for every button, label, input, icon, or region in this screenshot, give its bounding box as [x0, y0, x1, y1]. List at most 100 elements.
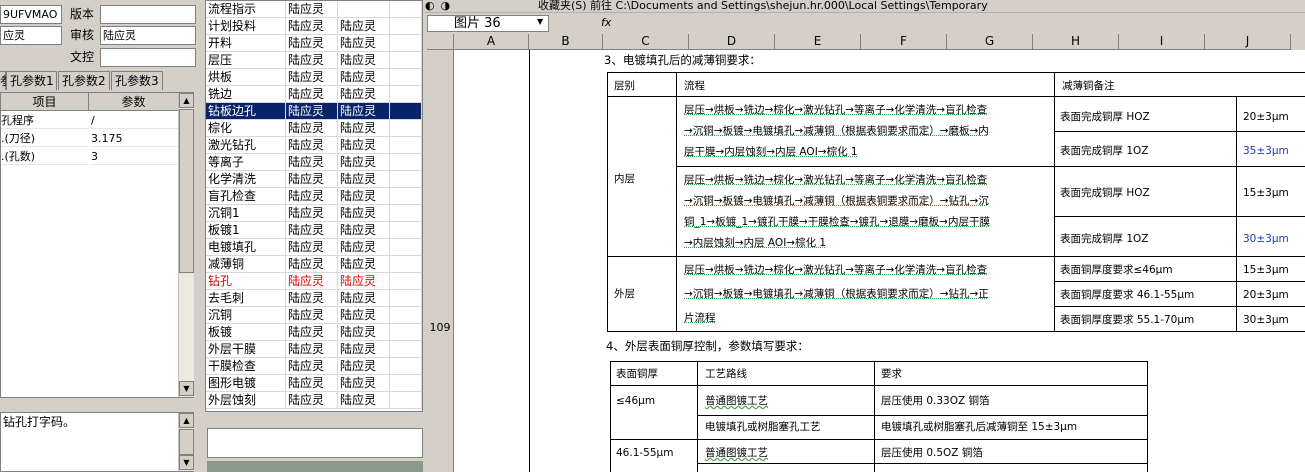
process-extra-cell: [390, 256, 422, 273]
toolbar-text[interactable]: 收藏夹(S) 前往 C:\Documents and Settings\shej…: [458, 0, 988, 12]
scroll-up-icon[interactable]: ▲: [179, 413, 194, 428]
process-row[interactable]: 沉铜1 陆应灵 陆应灵: [206, 205, 422, 222]
reviewer-field[interactable]: 陆应灵: [100, 26, 196, 45]
process-extra-cell: [390, 18, 422, 35]
tab-hole-params-1[interactable]: 孔参数1: [6, 71, 57, 90]
column-border: [529, 50, 530, 472]
grid-header-value[interactable]: 参数: [89, 93, 178, 111]
column-header[interactable]: B: [529, 34, 603, 50]
select-all-corner[interactable]: [427, 34, 454, 50]
table4-requirement: 电镀填孔或树脂塞孔后减薄铜至 15±3μm: [881, 421, 1078, 433]
remark-value: 30±3μm: [1243, 233, 1289, 245]
process-row[interactable]: 去毛刺 陆应灵 陆应灵: [206, 290, 422, 307]
grid-cell-item[interactable]: .(孔数): [1, 148, 89, 165]
grid-header-item[interactable]: 项目: [1, 93, 89, 111]
column-header[interactable]: J: [1205, 34, 1291, 50]
process-row[interactable]: 沉铜 陆应灵 陆应灵: [206, 307, 422, 324]
memo-scrollbar[interactable]: ▲ ▼: [178, 413, 194, 471]
process-extra-cell: [390, 103, 422, 120]
column-header[interactable]: E: [775, 34, 861, 50]
process-signer: 陆应灵: [338, 154, 390, 171]
process-signer: 陆应灵: [338, 205, 390, 222]
process-extra-cell: [390, 137, 422, 154]
process-signer: 陆应灵: [286, 1, 338, 18]
flow-line: 片流程: [684, 312, 716, 324]
forward-icon[interactable]: ◑: [441, 0, 455, 12]
scroll-thumb[interactable]: [179, 429, 194, 455]
column-header[interactable]: F: [861, 34, 947, 50]
grid-cell-value[interactable]: 3: [91, 148, 178, 165]
process-extra-cell: [390, 239, 422, 256]
process-row[interactable]: 计划投料 陆应灵 陆应灵: [206, 18, 422, 35]
tab-hole-params-2[interactable]: 孔参数2: [58, 71, 110, 90]
column-header[interactable]: C: [603, 34, 689, 50]
process-signer: 陆应灵: [286, 18, 338, 35]
process-row[interactable]: 铣边 陆应灵 陆应灵: [206, 86, 422, 103]
sheet-area[interactable]: 3、电镀填孔后的减薄铜要求： 层别 流程 减薄铜备注 内层 外层 层压→烘板→铣…: [454, 50, 1305, 472]
process-row[interactable]: 等离子 陆应灵 陆应灵: [206, 154, 422, 171]
scroll-down-icon[interactable]: ▼: [179, 455, 194, 470]
code-field[interactable]: 9UFVMAO: [0, 5, 62, 24]
process-row[interactable]: 板镀 陆应灵 陆应灵: [206, 324, 422, 341]
grid-scrollbar[interactable]: ▲ ▼: [178, 93, 194, 397]
process-extra-cell: [390, 86, 422, 103]
process-row[interactable]: 棕化 陆应灵 陆应灵: [206, 120, 422, 137]
process-signer: 陆应灵: [286, 341, 338, 358]
back-icon[interactable]: ◐: [425, 0, 437, 12]
grid-cell-item[interactable]: 孔程序: [1, 112, 89, 129]
process-row[interactable]: 流程指示 陆应灵: [206, 1, 422, 18]
grid-cell-item[interactable]: .(刀径): [1, 130, 89, 147]
column-header[interactable]: I: [1119, 34, 1205, 50]
remark-memo[interactable]: 钻孔打字码。 ▲ ▼: [0, 412, 194, 472]
section3-title: 3、电镀填孔后的减薄铜要求：: [604, 53, 761, 67]
process-signer: 陆应灵: [286, 324, 338, 341]
process-row[interactable]: 图形电镀 陆应灵 陆应灵: [206, 375, 422, 392]
process-name: 激光钻孔: [206, 137, 286, 154]
fx-icon[interactable]: fx: [601, 16, 611, 29]
process-row[interactable]: 钻孔 陆应灵 陆应灵: [206, 273, 422, 290]
row-number[interactable]: 109: [427, 320, 453, 336]
process-signer: 陆应灵: [286, 103, 338, 120]
column-header[interactable]: D: [689, 34, 775, 50]
process-signer: 陆应灵: [338, 35, 390, 52]
scroll-up-icon[interactable]: ▲: [179, 93, 194, 108]
scroll-down-icon[interactable]: ▼: [179, 381, 194, 396]
process-row[interactable]: 钻板边孔 陆应灵 陆应灵: [206, 103, 422, 120]
name-box-dropdown-icon[interactable]: ▼: [537, 17, 543, 26]
process-signer: 陆应灵: [338, 375, 390, 392]
tab-hole-params-3[interactable]: 孔参数3: [111, 71, 163, 90]
process-row[interactable]: 层压 陆应灵 陆应灵: [206, 52, 422, 69]
memo-text: 钻孔打字码。: [3, 415, 76, 429]
process-name: 沉铜: [206, 307, 286, 324]
process-row[interactable]: 激光钻孔 陆应灵 陆应灵: [206, 137, 422, 154]
grid-cell-value[interactable]: /: [91, 112, 178, 129]
process-row[interactable]: 板镀1 陆应灵 陆应灵: [206, 222, 422, 239]
process-row[interactable]: 烘板 陆应灵 陆应灵: [206, 69, 422, 86]
process-row[interactable]: 电镀填孔 陆应灵 陆应灵: [206, 239, 422, 256]
process-row[interactable]: 盲孔检查 陆应灵 陆应灵: [206, 188, 422, 205]
remark-text: 表面完成铜厚 HOZ: [1060, 187, 1150, 199]
version-field[interactable]: [100, 5, 196, 24]
process-name: 外层蚀刻: [206, 392, 286, 409]
process-row[interactable]: 外层蚀刻 陆应灵 陆应灵: [206, 392, 422, 409]
process-row[interactable]: 开料 陆应灵 陆应灵: [206, 35, 422, 52]
column-header[interactable]: G: [947, 34, 1033, 50]
process-row[interactable]: 外层干膜 陆应灵 陆应灵: [206, 341, 422, 358]
table4-header-route: 工艺路线: [705, 368, 747, 380]
process-row[interactable]: 减薄铜 陆应灵 陆应灵: [206, 256, 422, 273]
column-header[interactable]: A: [454, 34, 529, 50]
name-box[interactable]: 图片 36: [427, 15, 549, 32]
process-row[interactable]: 干膜检查 陆应灵 陆应灵: [206, 358, 422, 375]
process-row[interactable]: 化学清洗 陆应灵 陆应灵: [206, 171, 422, 188]
process-note-box[interactable]: [207, 428, 423, 458]
process-name: 计划投料: [206, 18, 286, 35]
process-name: 减薄铜: [206, 256, 286, 273]
doc-control-field[interactable]: [100, 48, 196, 67]
process-extra-cell: [390, 375, 422, 392]
scroll-thumb[interactable]: [179, 109, 194, 273]
grid-cell-value[interactable]: 3.175: [91, 130, 178, 147]
column-header[interactable]: H: [1033, 34, 1119, 50]
formula-bar: 图片 36 ▼ fx: [425, 14, 1305, 33]
process-extra-cell: [390, 35, 422, 52]
author-field[interactable]: 应灵: [0, 26, 62, 45]
